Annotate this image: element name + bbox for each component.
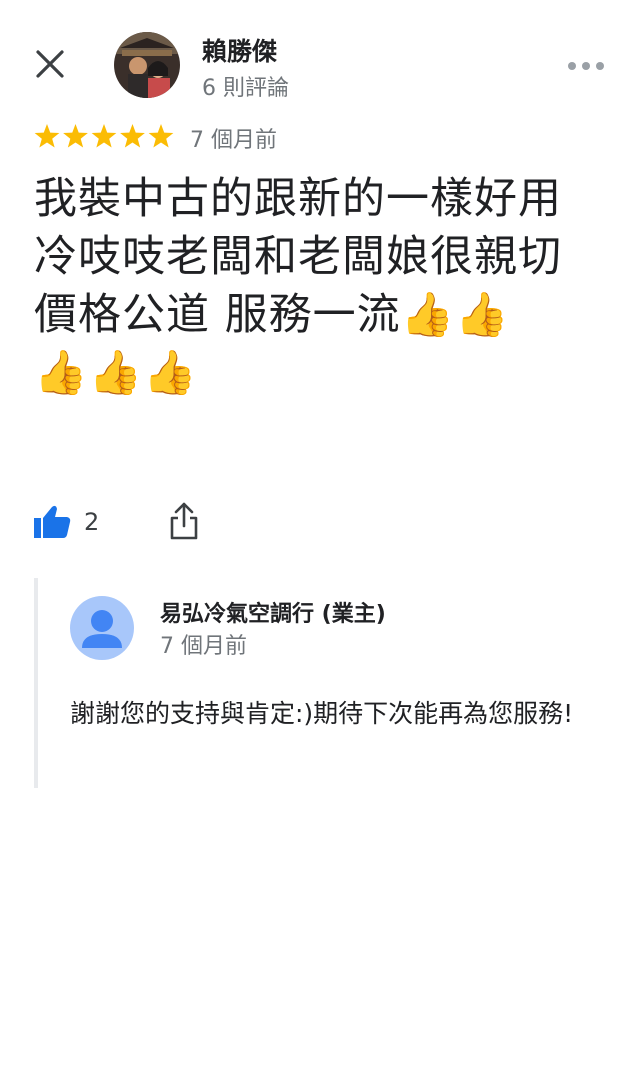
- share-icon: [170, 502, 198, 540]
- author-photo: [114, 32, 180, 98]
- like-count: 2: [84, 508, 100, 536]
- close-icon: [36, 50, 64, 78]
- share-button[interactable]: [166, 500, 202, 542]
- person-icon: [82, 610, 122, 648]
- owner-reply-text: 謝謝您的支持與肯定:)期待下次能再為您服務!: [70, 699, 574, 728]
- reply-divider: [34, 578, 38, 788]
- star-icon: [34, 124, 60, 148]
- owner-name: 易弘冷氣空調行 (業主): [160, 602, 386, 627]
- more-horizontal-icon: [568, 62, 604, 70]
- like-button[interactable]: 2: [32, 500, 122, 544]
- owner-avatar: [70, 596, 134, 660]
- owner-reply-time: 7 個月前: [160, 634, 247, 659]
- star-icon: [120, 124, 145, 148]
- close-button[interactable]: [28, 42, 72, 86]
- review-text: 我裝中古的跟新的一樣好用 冷吱吱老闆和老闆娘很親切 價格公道 服務一流👍👍 👍👍…: [34, 174, 562, 398]
- star-icon: [63, 124, 88, 148]
- author-review-count: 6 則評論: [202, 76, 289, 101]
- star-icon: [91, 124, 117, 148]
- review-time: 7 個月前: [190, 128, 277, 153]
- star-rating: [34, 124, 174, 150]
- author-name[interactable]: 賴勝傑: [202, 32, 277, 68]
- author-avatar[interactable]: [114, 32, 180, 98]
- thumbs-up-icon: [34, 505, 71, 538]
- more-options-button[interactable]: [566, 56, 606, 76]
- star-icon: [148, 124, 174, 148]
